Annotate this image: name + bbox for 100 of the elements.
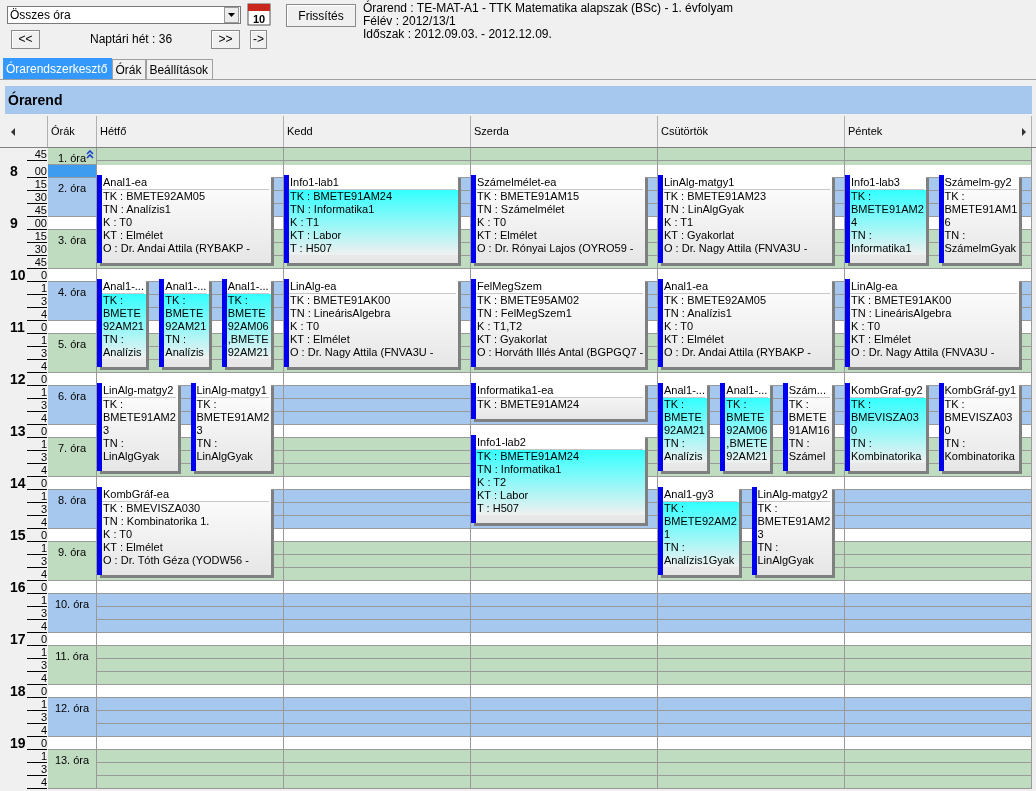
event-card[interactable]: LinAlg-matgy1 TK : BMETE91AM23 TN : LinAlgGyak K : T1 KT : Gyakorlat O : Dr. Nagy Attila (FNVA3U - bbox=[658, 175, 832, 263]
event-card[interactable]: LinAlg-ea TK : BMETE91AK00 TN : LineárisAlgebra K : T0 KT : Elmélet O : Dr. Nagy Attila (FNVA3U - bbox=[845, 279, 1019, 367]
period-cell[interactable]: 13. óra bbox=[48, 750, 97, 789]
minute-label: 00 bbox=[27, 217, 47, 230]
event-detail: K : T1 bbox=[290, 216, 321, 229]
event-card[interactable]: KombGraf-gy2 TK : BMEVISZA03 0 TN : Kombinatorika bbox=[845, 383, 926, 471]
event-card[interactable]: Info1-lab3 TK : BMETE91AM2 4 TN : Informatika1 bbox=[845, 175, 926, 263]
event-card[interactable]: Számelm-gy2 TK : BMETE91AM1 6 TN : SzámelmGyak bbox=[938, 175, 1019, 263]
period-cell[interactable]: 8. óra bbox=[48, 490, 97, 529]
event-card[interactable]: Anal1-... TK : BMETE 92AM21 TN : Analízis bbox=[658, 383, 708, 471]
tab[interactable]: Órák bbox=[112, 59, 147, 79]
event-card[interactable]: KombGráf-ea TK : BMEVISZA030 TN : Kombinatorika 1. K : T0 KT : Elmélet O : Dr. Tóth Géza (YODW56 - bbox=[97, 487, 271, 575]
refresh-button[interactable]: Frissítés bbox=[286, 4, 356, 27]
event-detail: K : T1,T2 bbox=[477, 320, 524, 333]
event-detail: ,BMETE bbox=[726, 437, 769, 450]
period-cell[interactable]: 12. óra bbox=[48, 698, 97, 737]
period-cell[interactable]: 7. óra bbox=[48, 438, 97, 477]
event-card[interactable]: Informatika1-ea TK : BMETE91AM24 bbox=[471, 383, 645, 419]
event-detail: 92AM21 bbox=[664, 424, 706, 437]
calendar-icon[interactable]: 10 bbox=[247, 2, 271, 26]
time-slot[interactable] bbox=[48, 217, 97, 230]
minute-label: 3 bbox=[27, 451, 47, 464]
time-slot[interactable] bbox=[48, 737, 97, 750]
event-card[interactable]: KombGráf-gy1 TK : BMEVISZA03 0 TN : Kombinatorika bbox=[938, 383, 1019, 471]
event-card[interactable]: Anal1-ea TK : BMETE92AM05 TN : Analízis1 K : T0 KT : Elmélet O : Dr. Andai Attila (RYBAKP - bbox=[97, 175, 271, 263]
time-slot[interactable] bbox=[48, 529, 97, 542]
event-card[interactable]: LinAlg-matgy1 TK : BMETE91AM2 3 TN : LinAlgGyak bbox=[190, 383, 271, 471]
event-detail: Számel bbox=[788, 450, 827, 463]
previous-week-button[interactable]: << bbox=[11, 29, 40, 49]
period-label: 13. óra bbox=[54, 754, 90, 766]
event-detail: 92AM21 bbox=[165, 320, 208, 333]
period-cell[interactable]: 9. óra bbox=[48, 542, 97, 581]
time-slot[interactable] bbox=[48, 477, 97, 490]
event-card[interactable]: Anal1-ea TK : BMETE92AM05 TN : Analízis1 K : T0 KT : Elmélet O : Dr. Andai Attila (RYBAKP - bbox=[658, 279, 832, 367]
period-cell[interactable]: 4. óra bbox=[48, 282, 97, 321]
event-detail: TN : bbox=[944, 229, 967, 242]
event-card[interactable]: LinAlg-ea TK : BMETE91AK00 TN : LineárisAlgebra K : T0 KT : Elmélet O : Dr. Nagy Attila (FNVA3U - bbox=[284, 279, 458, 367]
event-detail: KT : Elmélet bbox=[103, 541, 164, 554]
minute-label: 1 bbox=[27, 698, 47, 711]
event-title: KombGráf-gy1 bbox=[943, 383, 1017, 398]
event-detail: 4 bbox=[851, 216, 859, 229]
event-detail: Kombinatorika bbox=[851, 450, 923, 463]
period-cell[interactable]: 3. óra bbox=[48, 230, 97, 269]
event-detail: TN : bbox=[788, 437, 811, 450]
next-week-button[interactable]: >> bbox=[211, 29, 240, 49]
event-card[interactable]: Info1-lab2 TK : BMETE91AM24 TN : Informatika1 K : T2 KT : Labor T : H507 bbox=[471, 435, 645, 523]
event-detail: O : Dr. Nagy Attila (FNVA3U - bbox=[664, 242, 809, 255]
event-title: Info1-lab2 bbox=[476, 435, 643, 450]
event-card[interactable]: Anal1-... TK : BMETE 92AM06 ,BMETE 92AM21 bbox=[720, 383, 770, 471]
event-detail: TK : BMETE91AM24 bbox=[477, 450, 581, 463]
event-detail: 3 bbox=[103, 424, 111, 437]
time-slot[interactable] bbox=[48, 685, 97, 698]
time-slot[interactable] bbox=[48, 425, 97, 438]
event-detail: TK : BMEVISZA030 bbox=[103, 502, 202, 515]
minute-label: 1 bbox=[27, 646, 47, 659]
period-cell[interactable]: 5. óra bbox=[48, 334, 97, 373]
event-card[interactable]: Anal1-gy3 TK : BMETE92AM2 1 TN : Analízis1Gyak bbox=[658, 487, 739, 575]
event-card[interactable]: LinAlg-matgy2 TK : BMETE91AM2 3 TN : LinAlgGyak bbox=[97, 383, 178, 471]
event-card[interactable]: Számelmélet-ea TK : BMETE91AM15 TN : Számelmélet K : T0 KT : Elmélet O : Dr. Rónyai Lajos (OYRO59 - bbox=[471, 175, 645, 263]
time-slot[interactable] bbox=[48, 373, 97, 386]
minute-label: 0 bbox=[27, 737, 47, 750]
time-slot[interactable] bbox=[48, 321, 97, 334]
event-detail: TK : bbox=[851, 398, 873, 411]
event-detail: TK : bbox=[944, 398, 966, 411]
hour-label: 10 bbox=[10, 268, 26, 282]
minute-label: 4 bbox=[27, 620, 47, 633]
period-label: 7. óra bbox=[57, 442, 87, 454]
event-detail: 92AM06 bbox=[726, 424, 769, 437]
period-cell[interactable]: 11. óra bbox=[48, 646, 97, 685]
time-slot[interactable] bbox=[48, 633, 97, 646]
go-button[interactable]: -> bbox=[250, 29, 267, 49]
event-card[interactable]: FelMegSzem TK : BMETE95AM02 TN : FelMegSzem1 K : T1,T2 KT : Gyakorlat O : Horváth Illés Antal (BGPGQ7 - bbox=[471, 279, 645, 367]
event-card[interactable]: Info1-lab1 TK : BMETE91AM24 TN : Informatika1 K : T1 KT : Labor T : H507 bbox=[284, 175, 458, 263]
event-card[interactable]: Anal1-... TK : BMETE 92AM21 TN : Analízis bbox=[97, 279, 147, 367]
collapse-icon[interactable] bbox=[86, 150, 94, 159]
event-card[interactable]: Szám... TK : BMETE 91AM16 TN : Számel bbox=[782, 383, 832, 471]
event-title: Számelmélet-ea bbox=[476, 175, 643, 190]
event-title: Anal1-... bbox=[226, 279, 269, 294]
event-card[interactable]: Anal1-... TK : BMETE 92AM06 ,BMETE 92AM21 bbox=[221, 279, 271, 367]
period-cell[interactable]: 10. óra bbox=[48, 594, 97, 633]
filter-dropdown[interactable]: Összes óra bbox=[7, 6, 241, 24]
period-cell[interactable]: 6. óra bbox=[48, 386, 97, 425]
scroll-right-icon[interactable] bbox=[1021, 127, 1027, 136]
event-detail: T : H507 bbox=[477, 502, 520, 515]
hour-label: 15 bbox=[10, 528, 26, 542]
event-detail: Informatika1 bbox=[851, 242, 913, 255]
event-title: KombGraf-gy2 bbox=[850, 383, 924, 398]
scroll-left-icon[interactable] bbox=[10, 127, 16, 136]
minute-label: 4 bbox=[27, 672, 47, 685]
tab[interactable]: Beállítások bbox=[146, 59, 214, 79]
column-header: Hétfő bbox=[97, 116, 284, 147]
event-card[interactable]: Anal1-... TK : BMETE 92AM21 TN : Analízis bbox=[159, 279, 209, 367]
event-detail: TN : bbox=[664, 541, 686, 554]
time-slot[interactable] bbox=[48, 581, 97, 594]
event-detail: K : T0 bbox=[664, 320, 695, 333]
period-cell[interactable]: 2. óra bbox=[48, 178, 97, 217]
event-card[interactable]: LinAlg-matgy2 TK : BMETE91AM2 3 TN : LinAlgGyak bbox=[751, 487, 832, 575]
period-cell[interactable]: 1. óra bbox=[48, 148, 97, 165]
time-slot[interactable] bbox=[48, 269, 97, 282]
event-detail: BMEVISZA03 bbox=[944, 411, 1014, 424]
